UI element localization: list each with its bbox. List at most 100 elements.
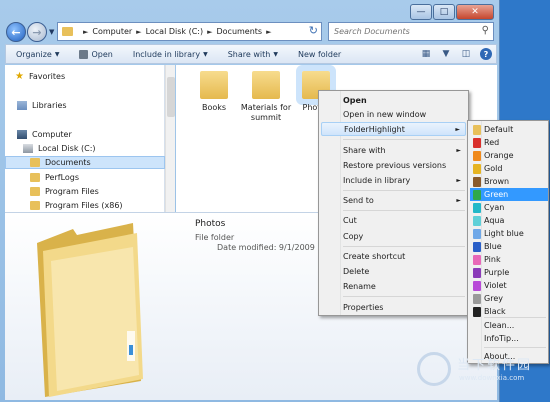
menu-item-delete[interactable]: Delete [321,264,466,278]
menu-item-open[interactable]: Open [321,93,466,107]
back-button[interactable]: ← [6,22,26,42]
menu-separator [343,139,465,140]
search-input[interactable] [334,27,474,36]
drive-icon [23,144,33,153]
menu-item-copy[interactable]: Copy [321,229,466,243]
new-folder-label: New folder [297,49,342,59]
folder-item-books[interactable]: Books [186,71,242,113]
chevron-right-icon[interactable]: ► [136,28,141,36]
nav-libraries-label: Libraries [32,101,67,110]
chevron-right-icon[interactable]: ► [207,28,212,36]
color-item-blue[interactable]: Blue [470,240,548,253]
menu-item-clean[interactable]: Clean... [470,318,548,332]
color-item-violet[interactable]: Violet [470,279,548,292]
nav-perflogs[interactable]: PerfLogs [30,171,79,184]
address-bar[interactable]: ► Computer ► Local Disk (C:) ► Documents… [57,22,322,41]
scrollbar-thumb[interactable] [167,77,175,117]
color-item-gold[interactable]: Gold [470,162,548,175]
nav-local-disk[interactable]: Local Disk (C:) [23,142,96,155]
chevron-down-icon: ▼ [273,50,278,58]
chevron-right-icon: ► [456,196,461,204]
forward-button[interactable]: → [27,22,47,42]
menu-cut-label: Cut [343,215,357,225]
breadcrumb-local-disk[interactable]: Local Disk (C:) [146,27,204,36]
organize-button[interactable]: Organize ▼ [6,50,69,59]
folder-item-materials[interactable]: Materials for summit [238,71,294,123]
menu-include-label: Include in library [343,175,411,185]
folder-icon [30,187,40,196]
maximize-button[interactable]: □ [433,4,455,20]
color-item-light-blue[interactable]: Light blue [470,227,548,240]
menu-item-send-to[interactable]: Send to ► [321,193,466,207]
folder-color-icon [473,228,481,239]
menu-separator [343,296,465,297]
color-label: Grey [484,294,503,303]
view-controls: ▦ ▼ ◫ ? [416,47,496,61]
folder-color-icon [473,215,481,226]
share-with-button[interactable]: Share with ▼ [218,50,288,59]
color-item-cyan[interactable]: Cyan [470,201,548,214]
menu-separator [343,190,465,191]
chevron-down-icon: ▼ [54,50,60,58]
menu-item-properties[interactable]: Properties [321,300,466,314]
menu-folder-highlight-label: FolderHighlight [344,124,405,134]
view-options-icon[interactable]: ▦ [416,47,436,61]
menu-item-open-new-window[interactable]: Open in new window [321,107,466,121]
close-button[interactable]: ✕ [456,4,494,20]
nav-favorites[interactable]: ★ Favorites [15,70,65,83]
menu-item-infotip[interactable]: InfoTip... [470,331,548,345]
folder-icon [30,201,40,210]
menu-item-folder-highlight[interactable]: FolderHighlight ► [321,122,466,136]
nav-documents[interactable]: Documents [5,156,165,169]
menu-item-rename[interactable]: Rename [321,279,466,293]
new-folder-button[interactable]: New folder [288,50,351,59]
menu-item-restore[interactable]: Restore previous versions [321,158,466,172]
chevron-right-icon: ► [455,125,460,133]
menu-infotip-label: InfoTip... [484,333,519,343]
chevron-right-icon[interactable]: ► [83,28,88,36]
breadcrumb-documents[interactable]: Documents [216,27,262,36]
share-label: Share with [227,49,271,59]
color-item-pink[interactable]: Pink [470,253,548,266]
recent-pages-dropdown[interactable]: ▼ [49,28,54,36]
color-item-orange[interactable]: Orange [470,149,548,162]
color-item-brown[interactable]: Brown [470,175,548,188]
include-in-library-button[interactable]: Include in library ▼ [123,50,218,59]
folder-color-icon [473,189,481,200]
folder-label: Materials for summit [240,103,292,122]
menu-item-include-library[interactable]: Include in library ► [321,173,466,187]
open-button[interactable]: Open [69,49,122,59]
color-label: Purple [484,268,510,277]
nav-computer[interactable]: Computer [17,128,72,141]
menu-item-create-shortcut[interactable]: Create shortcut [321,249,466,263]
nav-program-files[interactable]: Program Files [30,185,99,198]
refresh-icon[interactable]: ↻ [309,24,318,37]
nav-program-files-x86[interactable]: Program Files (x86) [30,199,123,212]
folder-color-icon [473,293,481,304]
search-icon[interactable]: ⚲ [482,25,489,36]
folder-color-icon [473,241,481,252]
menu-item-share-with[interactable]: Share with ► [321,143,466,157]
minimize-button[interactable]: — [410,4,432,20]
menu-share-with-label: Share with [343,145,386,155]
help-button[interactable]: ? [476,47,496,61]
color-item-grey[interactable]: Grey [470,292,548,305]
color-label: Light blue [484,229,524,238]
color-item-aqua[interactable]: Aqua [470,214,548,227]
nav-libraries[interactable]: Libraries [17,99,67,112]
color-item-default[interactable]: Default [470,123,548,136]
color-item-purple[interactable]: Purple [470,266,548,279]
organize-label: Organize [16,49,52,59]
chevron-down-icon[interactable]: ▼ [436,47,456,61]
color-item-green[interactable]: Green [470,188,548,201]
chevron-right-icon[interactable]: ► [266,28,271,36]
color-item-red[interactable]: Red [470,136,548,149]
search-box[interactable]: ⚲ [328,22,494,41]
nav-scrollbar[interactable] [165,65,175,212]
menu-item-cut[interactable]: Cut [321,213,466,227]
menu-delete-label: Delete [343,266,370,276]
folder-color-icon [473,124,481,135]
preview-pane-icon[interactable]: ◫ [456,47,476,61]
folder-highlight-submenu: Default Red Orange Gold Brown Green Cyan Aqua Li… [467,120,549,364]
breadcrumb-computer[interactable]: Computer [92,27,132,36]
